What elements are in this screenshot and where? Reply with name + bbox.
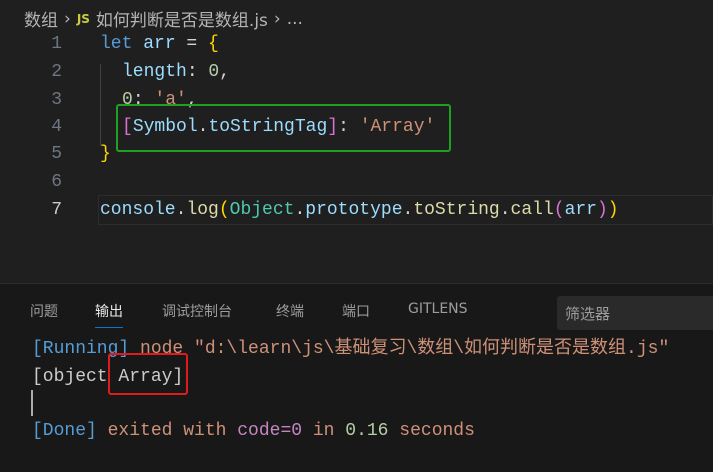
chevron-right-icon: › — [64, 8, 71, 29]
breadcrumb-more[interactable]: ... — [287, 9, 303, 29]
code-line-1: let arr = { — [100, 34, 219, 54]
filter-input[interactable]: 筛选器 — [557, 296, 713, 330]
js-file-icon: JS — [76, 11, 90, 26]
indent-guide — [100, 64, 101, 146]
line-number: 6 — [51, 172, 62, 192]
red-highlight-box — [108, 353, 188, 395]
line-number: 5 — [51, 144, 62, 164]
line-number: 4 — [51, 117, 62, 137]
tab-gitlens[interactable]: GITLENS — [408, 301, 468, 317]
code-line-7: console.log(Object.prototype.toString.ca… — [100, 200, 619, 220]
output-done-line: [Done] exited with code=0 in 0.16 second… — [32, 421, 475, 441]
tab-ports[interactable]: 端口 — [342, 301, 370, 321]
line-number: 2 — [51, 62, 62, 82]
output-panel: 问题 输出 调试控制台 终端 端口 GITLENS 筛选器 [Running] … — [0, 283, 713, 472]
line-number: 3 — [51, 90, 62, 110]
line-number: 1 — [51, 34, 62, 54]
line-number: 7 — [51, 200, 62, 220]
tab-debug-console[interactable]: 调试控制台 — [162, 301, 232, 321]
breadcrumb-file[interactable]: 如何判断是否是数组.js — [96, 6, 268, 31]
editor[interactable]: 数组 › JS 如何判断是否是数组.js › ... 1 2 3 4 5 6 7… — [0, 0, 713, 283]
breadcrumb: 数组 › JS 如何判断是否是数组.js › ... — [24, 6, 303, 32]
breadcrumb-folder[interactable]: 数组 — [24, 6, 58, 31]
text-cursor — [31, 390, 33, 416]
tab-problems[interactable]: 问题 — [30, 301, 58, 321]
code-line-2: length: 0, — [122, 62, 231, 82]
chevron-right-icon: › — [273, 8, 281, 29]
code-line-5: } — [100, 144, 111, 164]
tab-terminal[interactable]: 终端 — [276, 301, 304, 321]
green-highlight-box — [116, 104, 451, 152]
tab-output[interactable]: 输出 — [95, 301, 123, 328]
